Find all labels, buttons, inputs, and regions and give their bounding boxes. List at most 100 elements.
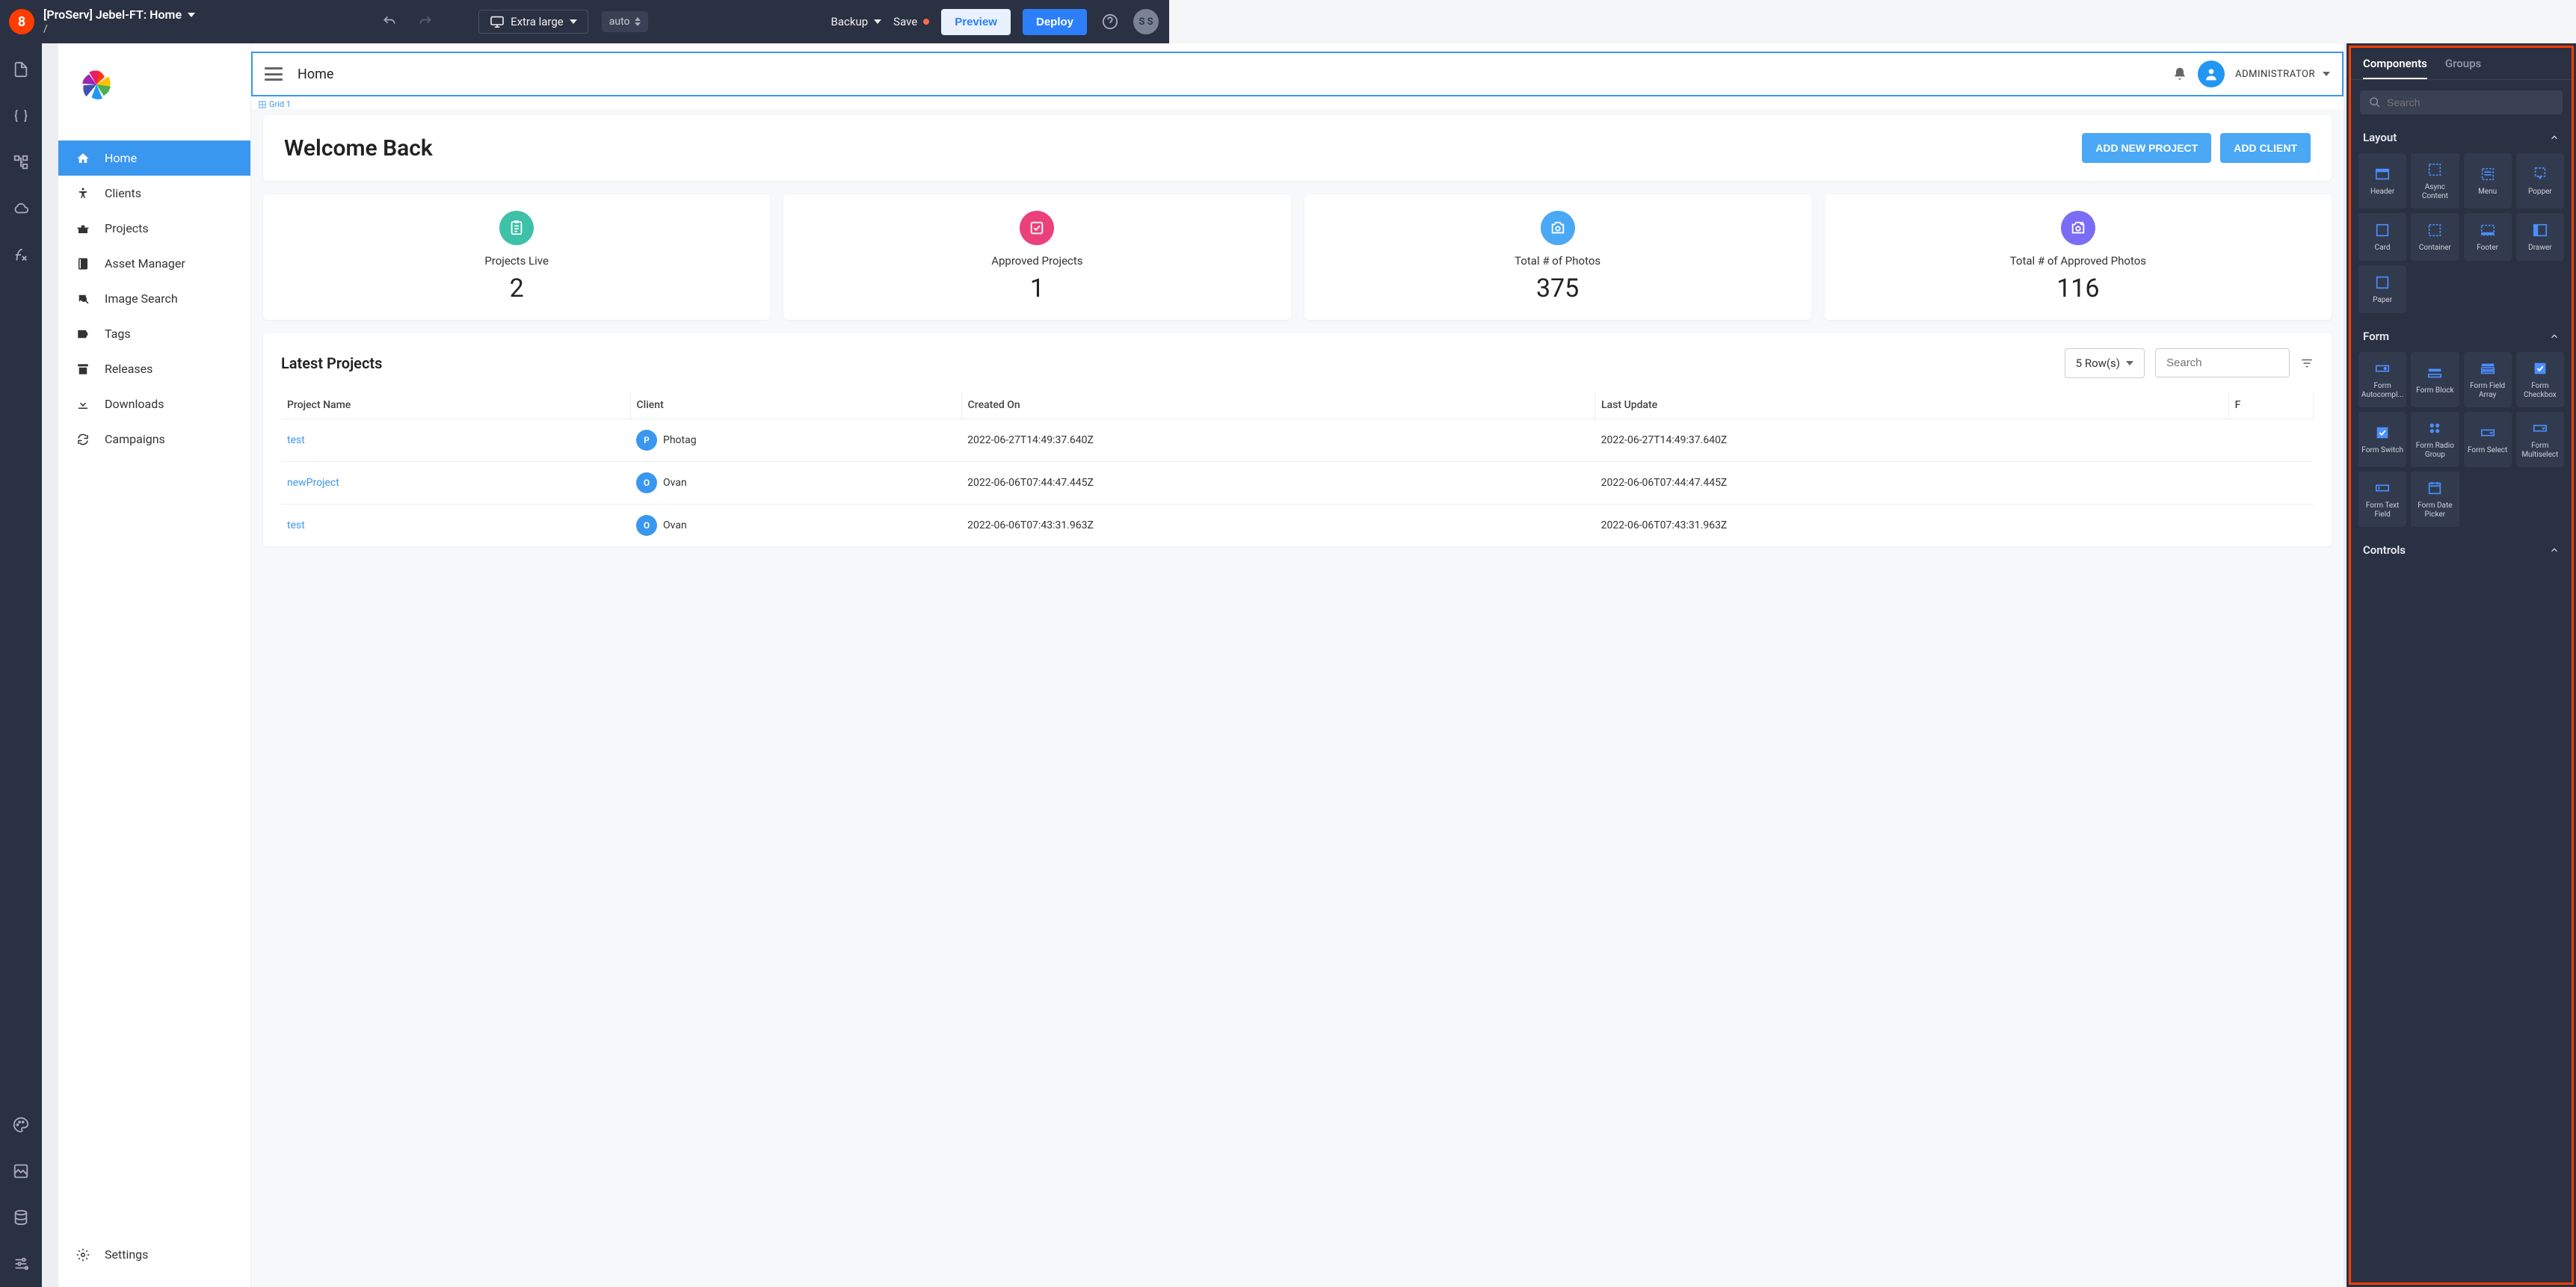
component-icon: [2479, 424, 2497, 442]
canvas-area: HomeClientsProjectsAsset ManagerImage Se…: [42, 43, 2347, 1287]
component-icon: [2373, 165, 2391, 183]
viewport-selector[interactable]: Extra large: [478, 10, 588, 34]
rail-pages[interactable]: [10, 58, 32, 81]
zoom-selector[interactable]: auto: [602, 11, 648, 32]
sidebar-item-label: Downloads: [105, 397, 164, 411]
stat-card[interactable]: Approved Projects1: [783, 194, 1290, 320]
component-card[interactable]: Card: [2358, 213, 2406, 261]
component-icon: [2373, 359, 2391, 377]
component-form-field-array[interactable]: Form Field Array: [2464, 352, 2512, 407]
sidebar-item-image-search[interactable]: Image Search: [58, 281, 250, 316]
component-footer[interactable]: Footer: [2464, 213, 2512, 261]
rail-database[interactable]: [10, 1206, 32, 1229]
table-header[interactable]: F: [2228, 392, 2313, 419]
chevron-down-icon: [188, 13, 195, 17]
stat-value: 116: [1835, 274, 2321, 303]
chevron-down-icon[interactable]: [2323, 72, 2330, 76]
app-brand-logo[interactable]: 8: [9, 9, 34, 34]
preview-viewport: HomeClientsProjectsAsset ManagerImage Se…: [58, 43, 2344, 1287]
sidebar-item-clients[interactable]: Clients: [58, 176, 250, 211]
table-header[interactable]: Project Name: [281, 392, 630, 419]
stat-value: 375: [1315, 274, 1801, 303]
user-avatar-icon[interactable]: [2198, 61, 2225, 87]
help-button[interactable]: [1099, 10, 1121, 33]
add-client-button[interactable]: ADD CLIENT: [2220, 133, 2311, 163]
user-avatar[interactable]: S S: [1133, 9, 1159, 34]
component-form-block[interactable]: Form Block: [2411, 352, 2459, 407]
table-header[interactable]: Created On: [961, 392, 1594, 419]
component-drawer[interactable]: Drawer: [2516, 213, 2564, 261]
component-form-text-field[interactable]: Form Text Field: [2358, 472, 2406, 527]
rail-assets[interactable]: [10, 1160, 32, 1182]
component-header[interactable]: Header: [2358, 153, 2406, 209]
rail-cloud[interactable]: [10, 197, 32, 220]
stat-card[interactable]: Total # of Approved Photos116: [1825, 194, 2332, 320]
tab-groups[interactable]: Groups: [2445, 57, 2481, 79]
project-link[interactable]: newProject: [287, 477, 339, 489]
sidebar-item-projects[interactable]: Projects: [58, 211, 250, 246]
section-controls-head[interactable]: Controls: [2351, 537, 2572, 563]
component-form-date-picker[interactable]: Form Date Picker: [2411, 472, 2459, 527]
component-form-checkbox[interactable]: Form Checkbox: [2516, 352, 2564, 407]
project-link[interactable]: test: [287, 519, 305, 531]
table-row[interactable]: newProject OOvan 2022-06-06T07:44:47.445…: [281, 461, 2314, 504]
component-form-select[interactable]: Form Select: [2464, 412, 2512, 467]
updated-cell: 2022-06-06T07:44:47.445Z: [1595, 461, 2228, 504]
bell-icon[interactable]: [2172, 67, 2187, 81]
redo-button[interactable]: [414, 10, 437, 33]
stat-card[interactable]: Projects Live2: [263, 194, 770, 320]
component-popper[interactable]: Popper: [2516, 153, 2564, 209]
add-project-button[interactable]: ADD NEW PROJECT: [2082, 133, 2211, 163]
project-title-block[interactable]: [ProServ] Jebel-FT: Home /: [43, 7, 195, 36]
component-form-radio-group[interactable]: Form Radio Group: [2411, 412, 2459, 467]
filter-icon[interactable]: [2300, 357, 2314, 370]
deploy-button[interactable]: Deploy: [1023, 9, 1087, 35]
sidebar-item-asset-manager[interactable]: Asset Manager: [58, 246, 250, 281]
tab-components[interactable]: Components: [2363, 57, 2427, 79]
menu-icon[interactable]: [265, 67, 283, 81]
stat-card[interactable]: Total # of Photos 375: [1304, 194, 1811, 320]
sidebar-item-releases[interactable]: Releases: [58, 351, 250, 386]
selection-tag[interactable]: Grid 1: [259, 99, 2344, 109]
rail-tree[interactable]: [10, 151, 32, 173]
sidebar-item-tags[interactable]: Tags: [58, 316, 250, 351]
stepper-icon: [635, 17, 641, 26]
table-header[interactable]: Client: [630, 392, 961, 419]
component-label: Form Date Picker: [2412, 501, 2457, 519]
sidebar-item-home[interactable]: Home: [58, 141, 250, 176]
component-menu[interactable]: Menu: [2464, 153, 2512, 209]
component-container[interactable]: Container: [2411, 213, 2459, 261]
layout-components-grid: HeaderAsync ContentMenuPopper CardContain…: [2351, 150, 2572, 324]
rows-selector[interactable]: 5 Row(s): [2065, 348, 2145, 378]
rail-data[interactable]: [10, 105, 32, 127]
undo-button[interactable]: [378, 10, 401, 33]
components-search[interactable]: [2360, 90, 2563, 114]
rail-theme[interactable]: [10, 1114, 32, 1136]
table-header[interactable]: Last Update: [1595, 392, 2228, 419]
braces-icon: [13, 108, 29, 124]
section-layout-head[interactable]: Layout: [2351, 125, 2572, 150]
preview-appbar-selected[interactable]: Home ADMINISTRATOR: [251, 52, 2344, 96]
table-row[interactable]: test OOvan 2022-06-06T07:43:31.963Z 2022…: [281, 504, 2314, 546]
backup-button[interactable]: Backup: [831, 15, 882, 28]
project-link[interactable]: test: [287, 434, 305, 446]
component-async-content[interactable]: Async Content: [2411, 153, 2459, 209]
projects-search-input[interactable]: [2155, 348, 2290, 377]
sidebar-item-settings[interactable]: Settings: [58, 1237, 250, 1272]
component-form-switch[interactable]: Form Switch: [2358, 412, 2406, 467]
rail-settings[interactable]: [10, 1253, 32, 1275]
section-form-head[interactable]: Form: [2351, 324, 2572, 349]
sidebar-item-downloads[interactable]: Downloads: [58, 386, 250, 422]
rail-functions[interactable]: [10, 244, 32, 266]
component-paper[interactable]: Paper: [2358, 265, 2406, 313]
table-row[interactable]: test PPhotag 2022-06-27T14:49:37.640Z 20…: [281, 419, 2314, 461]
component-form-autocompl-[interactable]: Form Autocompl...: [2358, 352, 2406, 407]
components-search-input[interactable]: [2387, 96, 2554, 108]
stat-label: Total # of Photos: [1315, 254, 1801, 269]
component-icon: [2531, 165, 2549, 183]
page-icon: [13, 61, 29, 78]
preview-button[interactable]: Preview: [941, 9, 1011, 35]
component-form-multiselect[interactable]: Form Multiselect: [2516, 412, 2564, 467]
sidebar-item-campaigns[interactable]: Campaigns: [58, 422, 250, 457]
save-button[interactable]: Save: [893, 15, 929, 28]
